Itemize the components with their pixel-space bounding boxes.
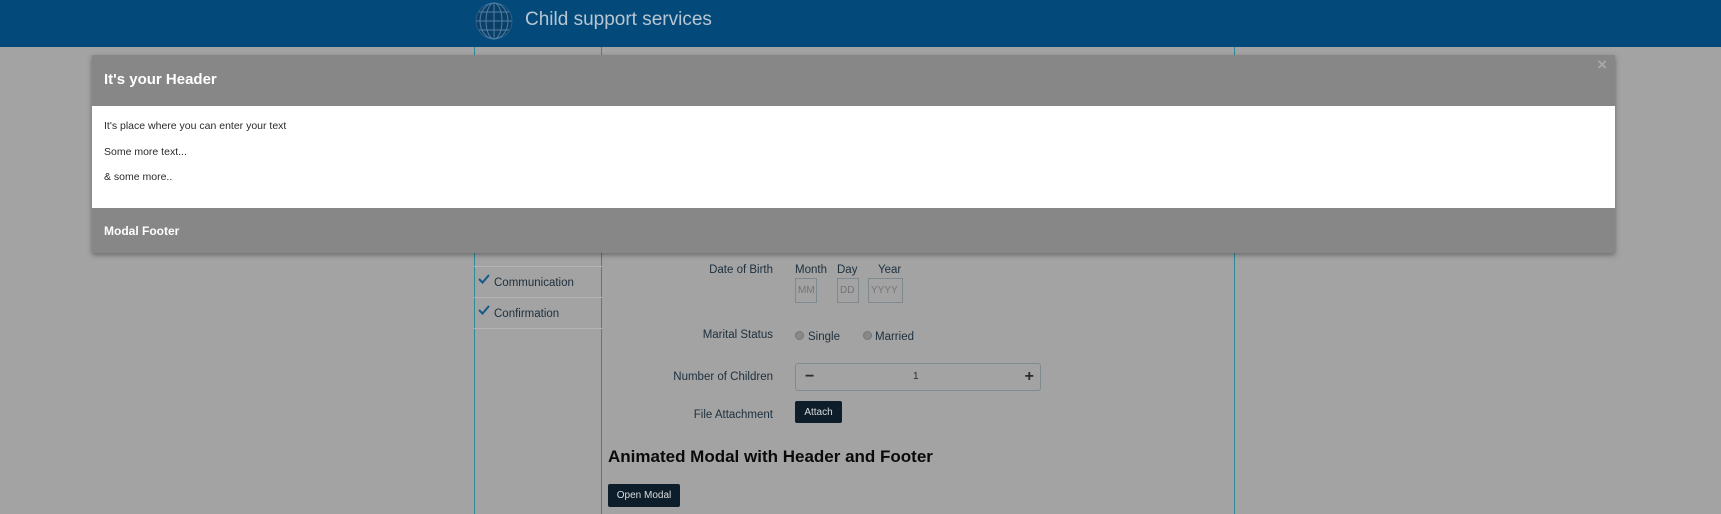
modal-title: It's your Header: [104, 71, 217, 88]
children-label: Number of Children: [673, 371, 773, 383]
top-bar: Child support services: [0, 0, 1721, 47]
children-stepper[interactable]: − 1 +: [795, 363, 1041, 391]
children-value: 1: [913, 371, 919, 382]
close-icon[interactable]: ×: [1597, 55, 1607, 75]
checkmark-icon: [478, 274, 490, 284]
married-radio-label: Married: [875, 331, 914, 343]
open-modal-button[interactable]: Open Modal: [608, 484, 680, 507]
sidebar-item-communication[interactable]: Communication: [474, 267, 602, 298]
modal-body-line: It's place where you can enter your text: [104, 120, 287, 132]
month-input[interactable]: [795, 278, 817, 303]
site-title: Child support services: [525, 9, 712, 30]
modal-header: It's your Header ×: [92, 55, 1615, 106]
married-radio[interactable]: [863, 331, 872, 340]
sidebar-item-label: Confirmation: [494, 308, 560, 320]
year-label: Year: [878, 264, 902, 276]
globe-logo-icon: [475, 2, 513, 40]
single-radio[interactable]: [795, 331, 804, 340]
modal-footer-text: Modal Footer: [104, 224, 180, 238]
dob-label: Date of Birth: [709, 264, 773, 276]
day-label: Day: [837, 264, 858, 276]
sidebar-item-label: Communication: [494, 277, 574, 289]
attach-button[interactable]: Attach: [795, 401, 842, 423]
single-radio-label: Single: [808, 331, 840, 343]
modal-body-line: Some more text...: [104, 146, 187, 158]
month-label: Month: [795, 264, 827, 276]
year-input[interactable]: [868, 278, 903, 303]
sidebar-item-confirmation[interactable]: Confirmation: [474, 298, 602, 329]
day-input[interactable]: [837, 278, 859, 303]
checkmark-icon: [478, 305, 490, 315]
modal-footer: Modal Footer: [92, 208, 1615, 253]
marital-status-label: Marital Status: [702, 329, 773, 341]
modal-body-line: & some more..: [104, 171, 173, 183]
decrement-button[interactable]: −: [805, 368, 814, 386]
section-heading: Animated Modal with Header and Footer: [608, 447, 933, 466]
file-attachment-label: File Attachment: [693, 409, 773, 421]
modal: It's your Header × It's place where you …: [92, 55, 1615, 253]
modal-body: It's place where you can enter your text…: [92, 106, 1615, 208]
increment-button[interactable]: +: [1025, 368, 1034, 386]
